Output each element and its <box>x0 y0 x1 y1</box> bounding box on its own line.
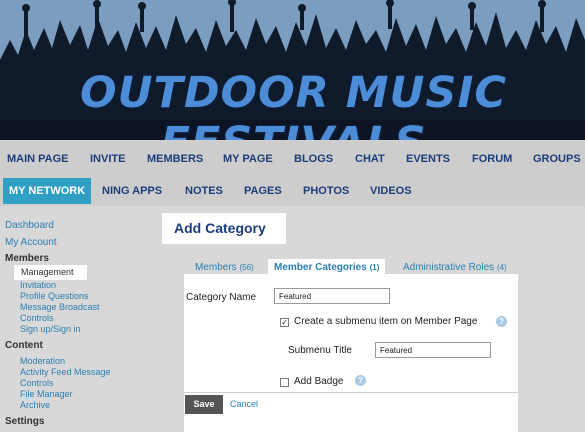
sidebar-content-controls[interactable]: Controls <box>20 378 54 389</box>
nav-my-network[interactable]: MY NETWORK <box>3 178 92 204</box>
submenu-title-input[interactable]: Featured <box>375 342 491 358</box>
nav-groups[interactable]: GROUPS <box>533 153 581 165</box>
sidebar-archive[interactable]: Archive <box>20 400 50 411</box>
add-badge-label: Add Badge <box>294 376 344 387</box>
site-title: OUTDOOR MUSIC FESTIVALS <box>80 68 507 140</box>
sidebar-profile-questions[interactable]: Profile Questions <box>20 291 89 302</box>
save-button[interactable]: Save <box>185 395 223 414</box>
nav-invite[interactable]: INVITE <box>90 153 125 165</box>
form-divider <box>184 392 518 393</box>
sidebar-invitation[interactable]: Invitation <box>20 280 56 291</box>
tab-administrative-roles-label: Administrative Roles <box>403 262 495 273</box>
cancel-link[interactable]: Cancel <box>230 399 258 409</box>
tab-members-label: Members <box>195 262 237 273</box>
tab-administrative-roles-count: (4) <box>496 263 507 272</box>
sidebar-file-manager[interactable]: File Manager <box>20 389 73 400</box>
nav-pages[interactable]: PAGES <box>244 185 282 197</box>
tab-administrative-roles[interactable]: Administrative Roles (4) <box>403 262 507 273</box>
secondary-nav: MY NETWORK NING APPS NOTES PAGES PHOTOS … <box>0 176 585 206</box>
tab-member-categories-count: (1) <box>369 263 380 272</box>
nav-photos[interactable]: PHOTOS <box>303 185 349 197</box>
nav-events[interactable]: EVENTS <box>406 153 450 165</box>
nav-blogs[interactable]: BLOGS <box>294 153 333 165</box>
category-name-input[interactable]: Featured <box>274 288 390 304</box>
main-content: Dashboard My Account Members Management … <box>0 206 585 432</box>
submenu-checkbox[interactable]: ✓ <box>280 318 289 327</box>
badge-help-icon[interactable]: ? <box>355 375 366 386</box>
tab-members[interactable]: Members (56) <box>195 262 254 273</box>
nav-members[interactable]: MEMBERS <box>147 153 203 165</box>
submenu-checkbox-label: Create a submenu item on Member Page <box>294 316 478 327</box>
sidebar-member-controls[interactable]: Controls <box>20 313 54 324</box>
sidebar-members-heading: Members <box>5 253 49 264</box>
sidebar-my-account[interactable]: My Account <box>5 237 57 248</box>
sidebar-settings-heading: Settings <box>5 416 45 427</box>
sidebar-management[interactable]: Management <box>14 265 87 280</box>
sidebar-moderation[interactable]: Moderation <box>20 356 65 367</box>
sidebar-content-heading: Content <box>5 340 43 351</box>
tab-members-count: (56) <box>239 263 254 272</box>
nav-chat[interactable]: CHAT <box>355 153 385 165</box>
tab-member-categories-label: Member Categories <box>274 262 367 273</box>
sidebar-dashboard[interactable]: Dashboard <box>5 220 54 231</box>
nav-my-page[interactable]: MY PAGE <box>223 153 273 165</box>
nav-ning-apps[interactable]: NING APPS <box>102 185 162 197</box>
site-banner: OUTDOOR MUSIC FESTIVALS <box>0 0 585 140</box>
sidebar-signup-signin[interactable]: Sign up/Sign in <box>20 324 81 335</box>
main-nav: MAIN PAGE INVITE MEMBERS MY PAGE BLOGS C… <box>0 141 585 176</box>
submenu-title-label: Submenu Title <box>288 345 352 356</box>
member-tabs: Members (56) Member Categories (1) Admin… <box>188 259 518 276</box>
nav-videos[interactable]: VIDEOS <box>370 185 412 197</box>
nav-notes[interactable]: NOTES <box>185 185 223 197</box>
page-title: Add Category <box>162 213 286 244</box>
nav-main-page[interactable]: MAIN PAGE <box>7 153 69 165</box>
add-badge-checkbox[interactable] <box>280 378 289 387</box>
sidebar-activity-feed-message[interactable]: Activity Feed Message <box>20 367 111 378</box>
add-category-form: Category Name Featured ✓ Create a submen… <box>184 274 518 432</box>
category-name-label: Category Name <box>186 292 257 303</box>
nav-forum[interactable]: FORUM <box>472 153 512 165</box>
sidebar-message-broadcast[interactable]: Message Broadcast <box>20 302 100 313</box>
submenu-help-icon[interactable]: ? <box>496 316 507 327</box>
